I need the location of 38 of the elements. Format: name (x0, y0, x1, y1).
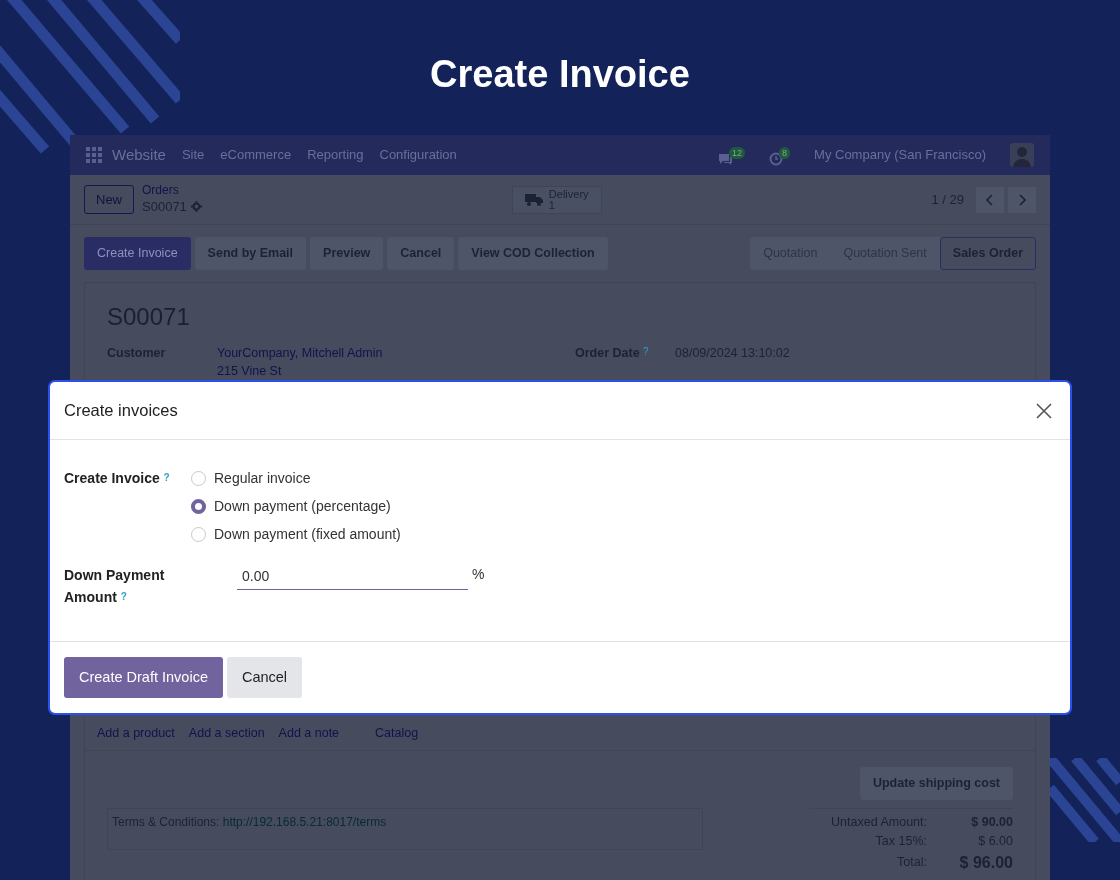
terms-link[interactable]: http://192.168.5.21:8017/terms (222, 815, 387, 830)
menu-item[interactable]: Reporting (307, 145, 364, 165)
menu-item[interactable]: Site (181, 145, 205, 165)
field-label: Down Payment Amount ? (64, 566, 166, 607)
messages-button[interactable]: 12 (718, 144, 746, 166)
next-button[interactable] (1008, 186, 1036, 213)
page-title: Create Invoice (430, 52, 690, 97)
chevron-right-icon (1018, 193, 1026, 206)
close-icon (1036, 403, 1052, 420)
breadcrumb-link[interactable]: Orders (142, 182, 202, 197)
menu-item[interactable]: eCommerce (220, 145, 292, 165)
radio-button[interactable] (191, 526, 206, 542)
radio-button[interactable] (191, 498, 206, 514)
radio-option[interactable]: Down payment (percentage) (191, 492, 401, 520)
clock-icon (769, 151, 784, 166)
action-button[interactable]: Create Invoice (84, 237, 191, 270)
activity-count: 8 (779, 146, 791, 159)
app-name[interactable]: Website (112, 143, 166, 167)
field-label: Create Invoice ? (64, 469, 171, 488)
radio-option[interactable]: Regular invoice (191, 464, 401, 492)
chevron-left-icon (986, 193, 994, 206)
company-switcher[interactable]: My Company (San Francisco) (814, 145, 986, 165)
cancel-button[interactable]: Cancel (226, 656, 303, 699)
create-draft-button[interactable]: Create Draft Invoice (64, 656, 223, 699)
new-button[interactable]: New (84, 184, 134, 215)
message-count: 12 (729, 146, 746, 159)
radio-button[interactable] (191, 470, 206, 486)
menu-item[interactable]: Configuration (379, 145, 457, 165)
dialog-title: Create invoices (64, 400, 178, 421)
chat-icon (718, 151, 733, 166)
activities-button[interactable]: 8 (769, 144, 791, 166)
previous-button[interactable] (976, 186, 1004, 213)
apps-grid-icon[interactable] (86, 147, 102, 163)
avatar-icon[interactable] (1010, 143, 1034, 167)
unit-label: % (472, 565, 485, 584)
truck-icon (524, 193, 543, 206)
gear-icon[interactable] (190, 201, 202, 212)
radio-option[interactable]: Down payment (fixed amount) (191, 520, 401, 548)
